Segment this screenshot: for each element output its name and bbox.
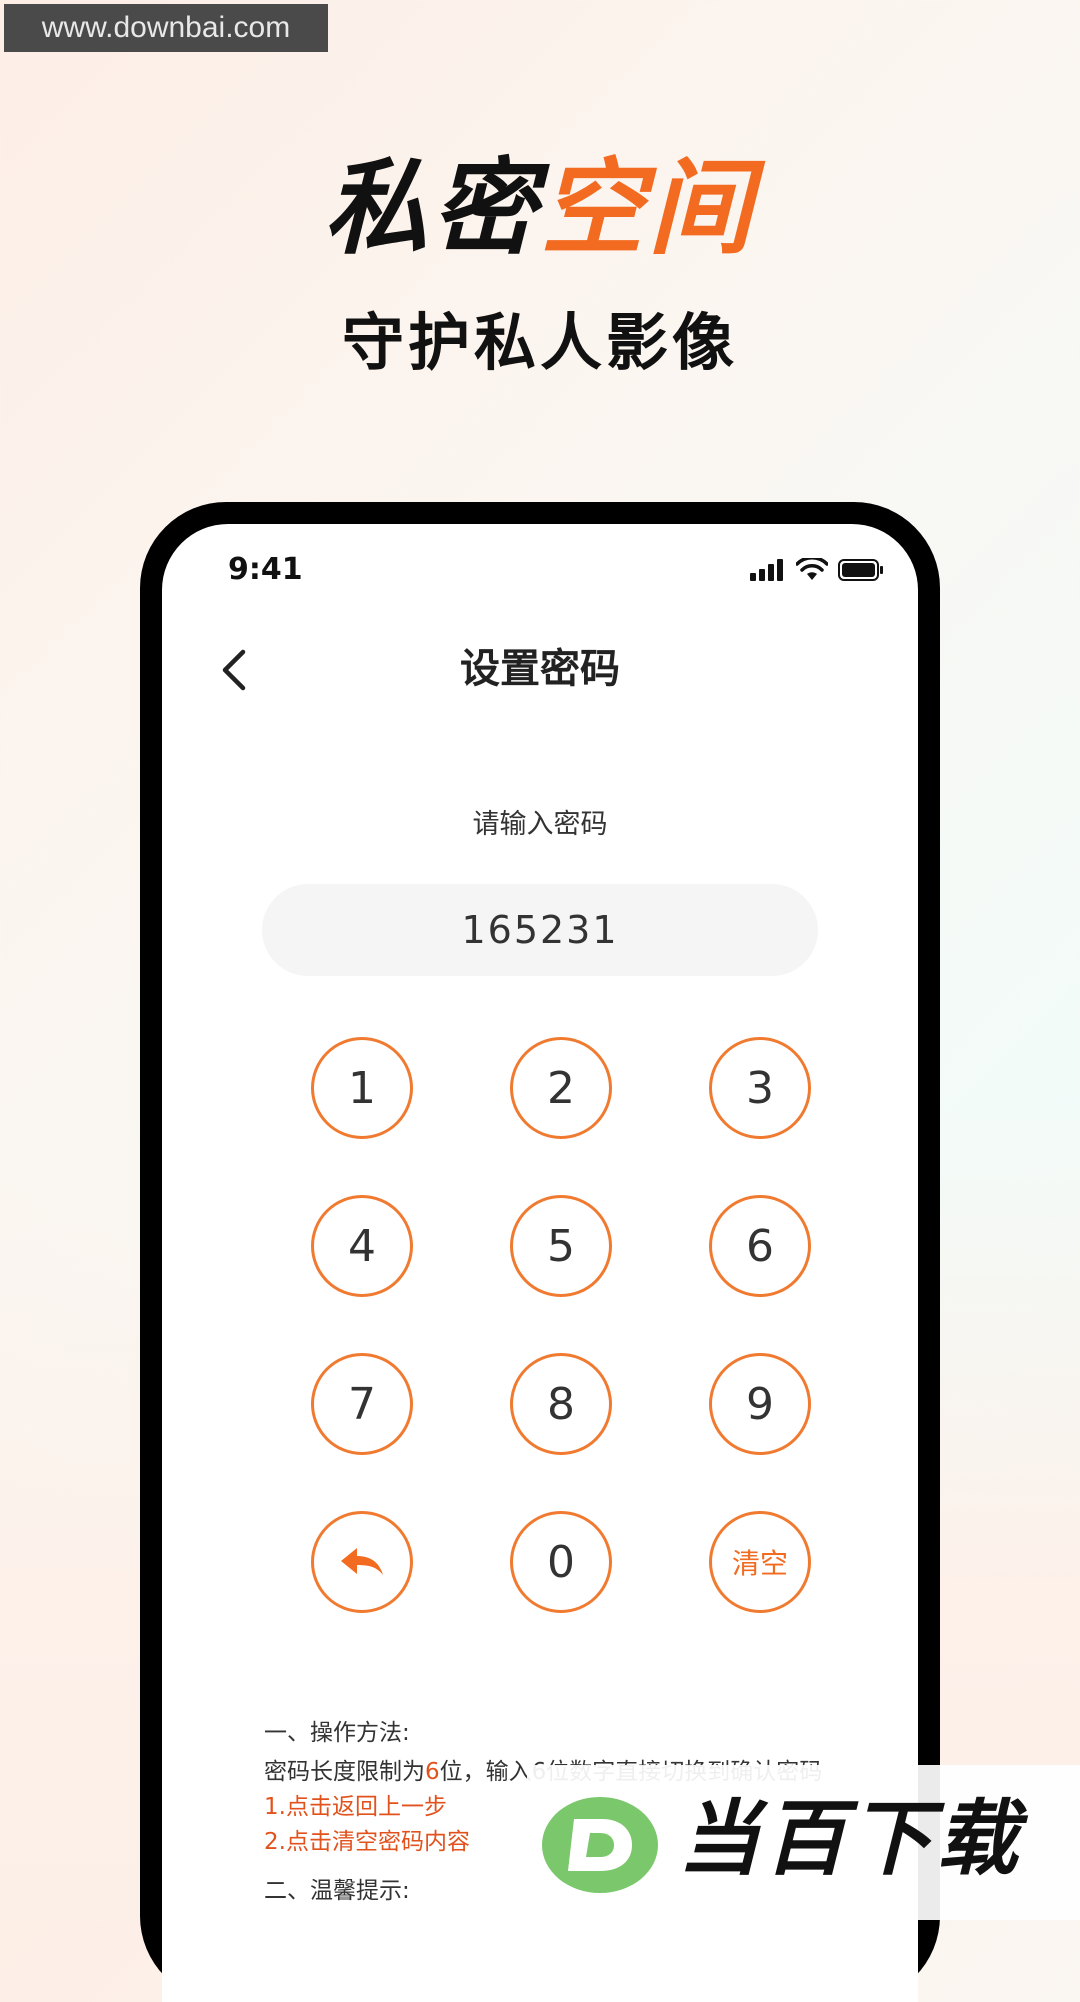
key-8[interactable]: 8 <box>510 1353 612 1455</box>
tips-length-prefix: 密码长度限制为 <box>264 1759 425 1785</box>
back-step-button[interactable] <box>311 1511 413 1613</box>
hero-subtitle: 守护私人影像 <box>341 306 738 379</box>
hero-title-accent: 空间 <box>540 147 757 269</box>
watermark-brand: 当百下载 <box>678 1792 1022 1887</box>
watermark-site: www.downbai.com <box>4 4 328 52</box>
key-2[interactable]: 2 <box>510 1037 612 1139</box>
key-1[interactable]: 1 <box>311 1037 413 1139</box>
key-4[interactable]: 4 <box>311 1195 413 1297</box>
key-0[interactable]: 0 <box>510 1511 612 1613</box>
signal-icon <box>750 559 783 581</box>
battery-icon <box>838 559 883 581</box>
clear-button[interactable]: 清空 <box>709 1511 811 1613</box>
undo-arrow-icon <box>341 1548 383 1575</box>
wifi-icon <box>796 558 828 580</box>
tips-length-number: 6 <box>425 1759 440 1785</box>
hero-title-dark: 私密 <box>323 147 540 269</box>
hero-title: 私密空间 <box>0 148 1080 268</box>
key-3[interactable]: 3 <box>709 1037 811 1139</box>
key-5[interactable]: 5 <box>510 1195 612 1297</box>
key-6[interactable]: 6 <box>709 1195 811 1297</box>
status-icons <box>750 558 884 582</box>
tips-heading-1: 一、操作方法: <box>264 1720 410 1746</box>
status-time: 9:41 <box>228 552 303 587</box>
pin-prompt: 请输入密码 <box>472 809 608 840</box>
pin-input[interactable]: 165231 <box>262 884 818 976</box>
key-9[interactable]: 9 <box>709 1353 811 1455</box>
downbai-logo-icon <box>542 1797 658 1893</box>
key-7[interactable]: 7 <box>311 1353 413 1455</box>
page-title: 设置密码 <box>460 646 620 692</box>
